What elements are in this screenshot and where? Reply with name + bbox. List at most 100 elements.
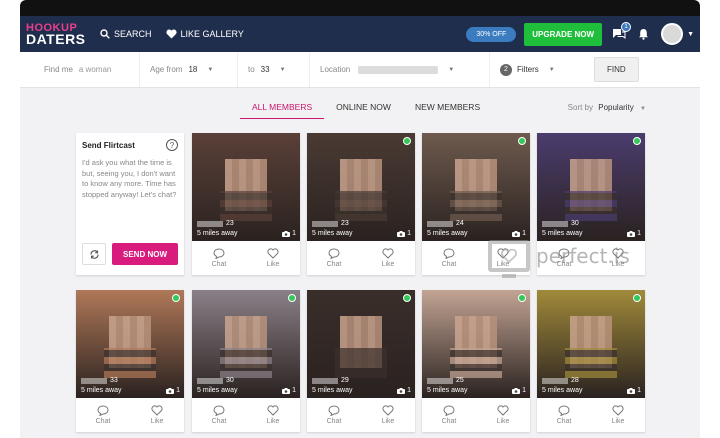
flirtcast-message: I'd ask you what the time is but, seeing… (82, 158, 177, 199)
like-gallery-label: LIKE GALLERY (180, 29, 244, 39)
member-card[interactable]: 33 5 miles away 1 Chat Like (76, 290, 184, 432)
like-button[interactable]: Like (246, 398, 300, 432)
find-me-select[interactable]: Find me a woman (20, 52, 140, 87)
tab-new-members[interactable]: NEW MEMBERS (403, 102, 492, 119)
online-indicator (633, 294, 641, 302)
member-card[interactable]: 23 5 miles away 1 Chat Like (307, 133, 415, 275)
tab-online-now[interactable]: ONLINE NOW (324, 102, 403, 119)
like-button[interactable]: Like (476, 398, 530, 432)
heart-outline-icon (382, 248, 394, 259)
member-photo-blurred[interactable]: 29 5 miles away 1 (307, 290, 415, 398)
member-photo-blurred[interactable]: 24 5 miles away 1 (422, 133, 530, 241)
like-gallery-nav-link[interactable]: LIKE GALLERY (165, 29, 244, 39)
tab-all-members[interactable]: ALL MEMBERS (240, 102, 325, 119)
member-actions: Chat Like (76, 398, 184, 432)
member-card[interactable]: 28 5 miles away 1 Chat Like (537, 290, 645, 432)
member-age-row: 30 (542, 220, 579, 227)
discount-badge[interactable]: 30% OFF (466, 26, 517, 42)
upgrade-now-button[interactable]: UPGRADE NOW (524, 22, 603, 46)
age-from-value: 18 (188, 65, 198, 74)
chat-button[interactable]: Chat (307, 241, 361, 275)
like-label: Like (496, 418, 510, 425)
member-age-row: 30 (197, 377, 234, 384)
chat-icon (328, 405, 340, 416)
member-name-blurred (542, 377, 568, 384)
pixelated-body (565, 191, 617, 221)
filters-count-badge: 2 (500, 63, 512, 76)
photo-count: 1 (282, 230, 296, 237)
notifications-button[interactable] (638, 28, 649, 40)
member-age: 23 (226, 220, 234, 227)
like-label: Like (381, 418, 395, 425)
find-me-value: a woman (78, 65, 112, 74)
chat-button[interactable]: Chat (192, 398, 246, 432)
chat-icon (443, 405, 455, 416)
member-photo-blurred[interactable]: 33 5 miles away 1 (76, 290, 184, 398)
camera-icon (282, 387, 291, 394)
camera-icon (512, 387, 521, 394)
camera-icon (512, 230, 521, 237)
photo-count-value: 1 (637, 387, 641, 394)
chevron-down-icon: ▼ (279, 66, 286, 73)
member-photo-blurred[interactable]: 28 5 miles away 1 (537, 290, 645, 398)
location-select[interactable]: Location ▼ (310, 52, 490, 87)
search-nav-link[interactable]: SEARCH (100, 29, 152, 39)
online-indicator (403, 137, 411, 145)
chat-button[interactable]: Chat (422, 398, 476, 432)
member-card[interactable]: 29 5 miles away 1 Chat Like (307, 290, 415, 432)
chat-icon (558, 405, 570, 416)
member-photo-blurred[interactable]: 23 5 miles away 1 (192, 133, 300, 241)
member-age-row: 29 (312, 377, 349, 384)
like-button[interactable]: Like (246, 241, 300, 275)
age-from-select[interactable]: Age from 18 ▼ (140, 52, 238, 87)
member-photo-blurred[interactable]: 25 5 miles away 1 (422, 290, 530, 398)
like-button[interactable]: Like (130, 398, 184, 432)
chevron-down-icon: ▼ (548, 66, 555, 73)
photo-count: 1 (166, 387, 180, 394)
sort-dropdown[interactable]: Sort by Popularity ▼ (568, 103, 646, 112)
site-logo[interactable]: HOOKUP DATERS (26, 23, 86, 47)
filters-dropdown[interactable]: 2 Filters ▼ (490, 52, 582, 87)
member-actions: Chat Like (422, 398, 530, 432)
member-tabs: ALL MEMBERS ONLINE NOW NEW MEMBERS (240, 102, 492, 119)
chat-label: Chat (95, 418, 111, 425)
send-now-button[interactable]: SEND NOW (112, 243, 178, 265)
find-button[interactable]: FIND (594, 57, 639, 82)
member-photo-blurred[interactable]: 30 5 miles away 1 (192, 290, 300, 398)
header-bar: HOOKUP DATERS SEARCH LIKE GALLERY 30% OF… (20, 16, 700, 52)
like-label: Like (266, 418, 280, 425)
chat-button[interactable]: Chat (76, 398, 130, 432)
member-name-blurred (197, 220, 223, 227)
member-card[interactable]: 30 5 miles away 1 Chat Like (192, 290, 300, 432)
photo-count-value: 1 (637, 230, 641, 237)
heart-outline-icon (497, 405, 509, 416)
member-card[interactable]: 25 5 miles away 1 Chat Like (422, 290, 530, 432)
like-button[interactable]: Like (361, 241, 415, 275)
chevron-down-icon[interactable]: ▼ (687, 31, 694, 38)
pixelated-body (220, 191, 272, 221)
member-age: 30 (571, 220, 579, 227)
like-button[interactable]: Like (361, 398, 415, 432)
like-button[interactable]: Like (591, 398, 645, 432)
age-to-select[interactable]: to 33 ▼ (238, 52, 310, 87)
chat-button[interactable]: Chat (307, 398, 361, 432)
chat-button[interactable]: Chat (422, 241, 476, 275)
messages-button[interactable]: 1 (612, 22, 632, 40)
photo-count: 1 (512, 230, 526, 237)
help-icon[interactable]: ? (166, 139, 178, 151)
member-photo-blurred[interactable]: 30 5 miles away 1 (537, 133, 645, 241)
photo-count: 1 (282, 387, 296, 394)
member-distance: 5 miles away (312, 230, 353, 237)
member-card[interactable]: 23 5 miles away 1 Chat Like (192, 133, 300, 275)
chat-button[interactable]: Chat (192, 241, 246, 275)
app-frame: HOOKUP DATERS SEARCH LIKE GALLERY 30% OF… (20, 16, 700, 438)
refresh-message-button[interactable] (82, 243, 106, 265)
chat-button[interactable]: Chat (537, 398, 591, 432)
user-avatar[interactable] (661, 23, 684, 45)
member-photo-blurred[interactable]: 23 5 miles away 1 (307, 133, 415, 241)
member-name-blurred (197, 377, 223, 384)
member-age-row: 28 (542, 377, 579, 384)
member-distance: 5 miles away (197, 230, 238, 237)
bell-icon (639, 29, 649, 40)
chevron-down-icon: ▼ (207, 66, 214, 73)
